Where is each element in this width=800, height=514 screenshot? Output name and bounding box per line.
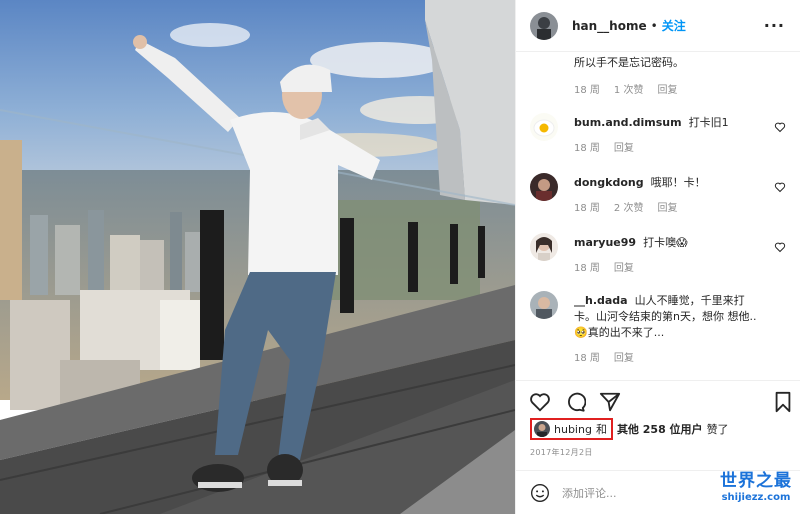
post-date: 2017年12月2日 xyxy=(530,448,593,457)
comment-time: 18 周 xyxy=(574,203,600,214)
comments-list[interactable]: 所以手不是忘记密码。 18 周 1 次赞 回复 bum.and.dimsum 打… xyxy=(516,52,800,380)
commenter-username[interactable]: maryue99 xyxy=(574,236,636,249)
likes-summary: hubing 和 其他 258 位用户 赞了 xyxy=(530,418,729,440)
post-header: han__home • 关注 ··· xyxy=(516,0,800,52)
header-separator: • xyxy=(650,18,658,33)
rooftop-photo xyxy=(0,0,515,514)
more-options-button[interactable]: ··· xyxy=(764,16,785,35)
reply-button[interactable]: 回复 xyxy=(614,259,634,274)
comment-text: maryue99 打卡噢😱 xyxy=(574,235,764,251)
commenter-avatar[interactable] xyxy=(530,173,558,201)
comment-meta: 18 周 2 次赞 回复 xyxy=(574,199,677,214)
follow-button[interactable]: 关注 xyxy=(662,17,686,34)
comment-time: 18 周 xyxy=(574,353,600,364)
heart-outline-icon[interactable] xyxy=(529,391,551,413)
commenter-username[interactable]: dongkdong xyxy=(574,176,644,189)
author-username[interactable]: han__home xyxy=(572,19,647,33)
comment-body: 打卡噢😱 xyxy=(643,236,688,249)
post-side-panel: han__home • 关注 ··· 所以手不是忘记密码。 18 周 1 次赞 … xyxy=(515,0,800,514)
site-watermark: 世界之最 shijiezz.com xyxy=(720,470,792,504)
author-avatar[interactable] xyxy=(530,11,558,40)
post-photo[interactable] xyxy=(0,0,515,514)
speech-bubble-icon[interactable] xyxy=(564,391,586,413)
comment-text: bum.and.dimsum 打卡旧1 xyxy=(574,115,764,131)
comment-meta: 18 周 回复 xyxy=(574,139,634,154)
comment-text: __h.dada 山人不睡觉，千里来打卡。山河令结束的第n天，想你 想他..🥺真… xyxy=(574,293,764,341)
comment-likes-count[interactable]: 1 次赞 xyxy=(614,81,644,96)
post-actions-bar xyxy=(516,380,800,420)
other-likers-link[interactable]: 其他 258 位用户 xyxy=(617,421,703,437)
reply-button[interactable]: 回复 xyxy=(657,199,677,214)
commenter-username[interactable]: __h.dada xyxy=(574,294,628,307)
comment-body: 打卡旧1 xyxy=(688,116,729,129)
commenter-avatar[interactable] xyxy=(530,233,558,261)
likes-connector: 和 xyxy=(595,423,607,436)
reply-button[interactable]: 回复 xyxy=(657,81,677,96)
comment-item: dongkdong 哦耶！卡！ 18 周 2 次赞 回复 xyxy=(530,173,790,223)
comment-meta: 18 周 回复 xyxy=(574,349,634,364)
liker-username[interactable]: hubing xyxy=(554,423,592,436)
liker-avatar[interactable] xyxy=(534,421,550,437)
comment-item: bum.and.dimsum 打卡旧1 18 周 回复 xyxy=(530,113,790,163)
comment-partial-text: 所以手不是忘记密码。 xyxy=(574,56,684,68)
like-comment-heart-icon[interactable] xyxy=(774,181,786,193)
reply-button[interactable]: 回复 xyxy=(614,349,634,364)
likes-suffix: 赞了 xyxy=(706,423,729,436)
comment-body: 哦耶！卡！ xyxy=(650,176,706,189)
bookmark-icon[interactable] xyxy=(772,391,794,413)
like-comment-heart-icon[interactable] xyxy=(774,121,786,133)
highlighted-liker: hubing 和 xyxy=(530,418,613,440)
watermark-title: 世界之最 xyxy=(720,471,792,491)
comment-text: dongkdong 哦耶！卡！ xyxy=(574,175,764,191)
comment-partial-meta: 18 周 1 次赞 回复 xyxy=(574,81,677,96)
comment-item: __h.dada 山人不睡觉，千里来打卡。山河令结束的第n天，想你 想他..🥺真… xyxy=(530,291,790,371)
commenter-username[interactable]: bum.and.dimsum xyxy=(574,116,682,129)
watermark-url: shijiezz.com xyxy=(721,492,791,503)
comment-time: 18 周 xyxy=(574,263,600,274)
smiley-icon[interactable] xyxy=(530,483,550,503)
comment-time: 18 周 xyxy=(574,85,600,96)
comment-item: maryue99 打卡噢😱 18 周 回复 xyxy=(530,233,790,283)
reply-button[interactable]: 回复 xyxy=(614,139,634,154)
like-comment-heart-icon[interactable] xyxy=(774,241,786,253)
add-comment-input[interactable]: 添加评论... xyxy=(562,485,617,501)
comment-time: 18 周 xyxy=(574,143,600,154)
commenter-avatar[interactable] xyxy=(530,291,558,319)
paper-plane-icon[interactable] xyxy=(599,391,621,413)
comment-meta: 18 周 回复 xyxy=(574,259,634,274)
comment-likes-count[interactable]: 2 次赞 xyxy=(614,199,644,214)
commenter-avatar[interactable] xyxy=(530,113,558,141)
